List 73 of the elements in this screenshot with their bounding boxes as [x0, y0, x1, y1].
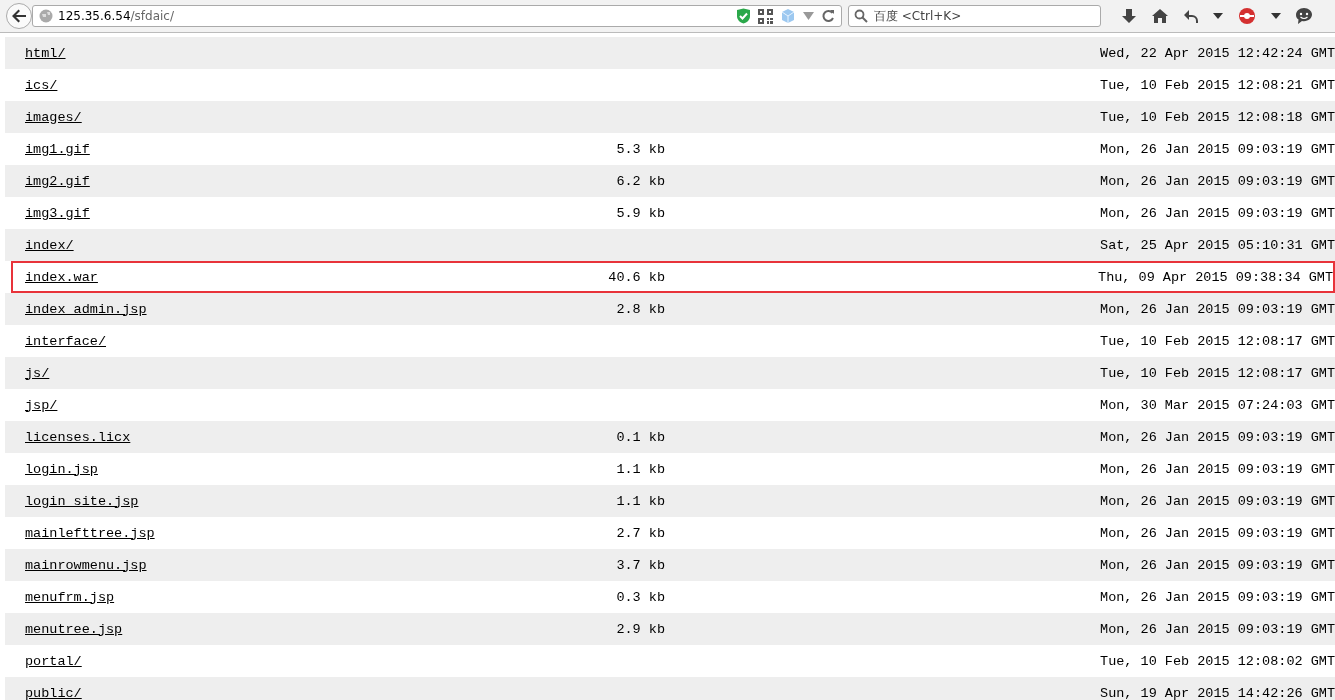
file-size: 1.1 kb: [615, 461, 665, 477]
modified-date: Tue, 10 Feb 2015 12:08:21 GMT: [1100, 77, 1335, 93]
file-link[interactable]: img1.gif: [25, 141, 545, 157]
address-path: /sfdaic/: [130, 9, 174, 23]
file-size: 0.1 kb: [615, 429, 665, 445]
caret-icon[interactable]: [1213, 13, 1223, 19]
file-size: 3.7 kb: [615, 557, 665, 573]
file-link[interactable]: js/: [25, 365, 545, 381]
modified-date: Tue, 10 Feb 2015 12:08:18 GMT: [1100, 109, 1335, 125]
address-host: 125.35.6.54: [58, 9, 131, 23]
modified-date: Mon, 26 Jan 2015 09:03:19 GMT: [1100, 141, 1335, 157]
modified-date: Mon, 26 Jan 2015 09:03:19 GMT: [1100, 493, 1335, 509]
file-link[interactable]: images/: [25, 109, 545, 125]
search-field[interactable]: 百度 <Ctrl+K>: [848, 5, 1101, 27]
address-bar[interactable]: 125.35.6.54/sfdaic/: [32, 5, 842, 27]
file-link[interactable]: index.war: [25, 269, 545, 285]
modified-date: Mon, 26 Jan 2015 09:03:19 GMT: [1100, 205, 1335, 221]
modified-date: Wed, 22 Apr 2015 12:42:24 GMT: [1100, 45, 1335, 61]
modified-date: Mon, 26 Jan 2015 09:03:19 GMT: [1100, 621, 1335, 637]
download-icon[interactable]: [1121, 8, 1137, 24]
modified-date: Tue, 10 Feb 2015 12:08:02 GMT: [1100, 653, 1335, 669]
back-button[interactable]: [6, 3, 32, 29]
file-size: 1.1 kb: [615, 493, 665, 509]
file-link[interactable]: portal/: [25, 653, 545, 669]
qr-code-icon[interactable]: [758, 8, 773, 24]
modified-date: Sat, 25 Apr 2015 05:10:31 GMT: [1100, 237, 1335, 253]
file-link[interactable]: interface/: [25, 333, 545, 349]
file-size: 2.7 kb: [615, 525, 665, 541]
file-link[interactable]: ics/: [25, 77, 545, 93]
file-link[interactable]: img3.gif: [25, 205, 545, 221]
modified-date: Mon, 26 Jan 2015 09:03:19 GMT: [1100, 461, 1335, 477]
file-link[interactable]: jsp/: [25, 397, 545, 413]
file-size: 2.9 kb: [615, 621, 665, 637]
file-link[interactable]: licenses.licx: [25, 429, 545, 445]
chat-icon[interactable]: [1295, 7, 1313, 25]
file-size: 0.3 kb: [615, 589, 665, 605]
modified-date: Sun, 19 Apr 2015 14:42:26 GMT: [1100, 685, 1335, 700]
modified-date: Mon, 30 Mar 2015 07:24:03 GMT: [1100, 397, 1335, 413]
file-link[interactable]: mainrowmenu.jsp: [25, 557, 545, 573]
file-link[interactable]: mainlefttree.jsp: [25, 525, 545, 541]
modified-date: Mon, 26 Jan 2015 09:03:19 GMT: [1100, 429, 1335, 445]
file-link[interactable]: menutree.jsp: [25, 621, 545, 637]
modified-date: Mon, 26 Jan 2015 09:03:19 GMT: [1100, 301, 1335, 317]
modified-date: Thu, 09 Apr 2015 09:38:34 GMT: [1098, 269, 1333, 285]
file-link[interactable]: index/: [25, 237, 545, 253]
file-size: 2.8 kb: [615, 301, 665, 317]
home-icon[interactable]: [1151, 8, 1169, 24]
modified-date: Tue, 10 Feb 2015 12:08:17 GMT: [1100, 333, 1335, 349]
file-link[interactable]: menufrm.jsp: [25, 589, 545, 605]
search-icon: [854, 9, 868, 23]
file-link[interactable]: login_site.jsp: [25, 493, 545, 509]
dropdown-icon[interactable]: [803, 12, 814, 20]
reload-icon[interactable]: [821, 9, 835, 23]
modified-date: Mon, 26 Jan 2015 09:03:19 GMT: [1100, 557, 1335, 573]
caret-icon[interactable]: [1271, 13, 1281, 19]
file-link[interactable]: img2.gif: [25, 173, 545, 189]
file-size: 5.3 kb: [615, 141, 665, 157]
modified-date: Mon, 26 Jan 2015 09:03:19 GMT: [1100, 525, 1335, 541]
modified-date: Tue, 10 Feb 2015 12:08:17 GMT: [1100, 365, 1335, 381]
modified-date: Mon, 26 Jan 2015 09:03:19 GMT: [1100, 589, 1335, 605]
file-link[interactable]: index_admin.jsp: [25, 301, 545, 317]
browser-logo-icon[interactable]: [1237, 7, 1257, 25]
globe-icon: [39, 9, 53, 23]
modified-date: Mon, 26 Jan 2015 09:03:19 GMT: [1100, 173, 1335, 189]
file-size: 5.9 kb: [615, 205, 665, 221]
undo-icon[interactable]: [1183, 8, 1199, 24]
back-arrow-icon: [10, 7, 28, 25]
shield-check-icon[interactable]: [736, 8, 751, 24]
file-link[interactable]: login.jsp: [25, 461, 545, 477]
file-size: 6.2 kb: [615, 173, 665, 189]
file-size: 40.6 kb: [607, 269, 665, 285]
file-link[interactable]: html/: [25, 45, 545, 61]
file-link[interactable]: public/: [25, 685, 545, 700]
